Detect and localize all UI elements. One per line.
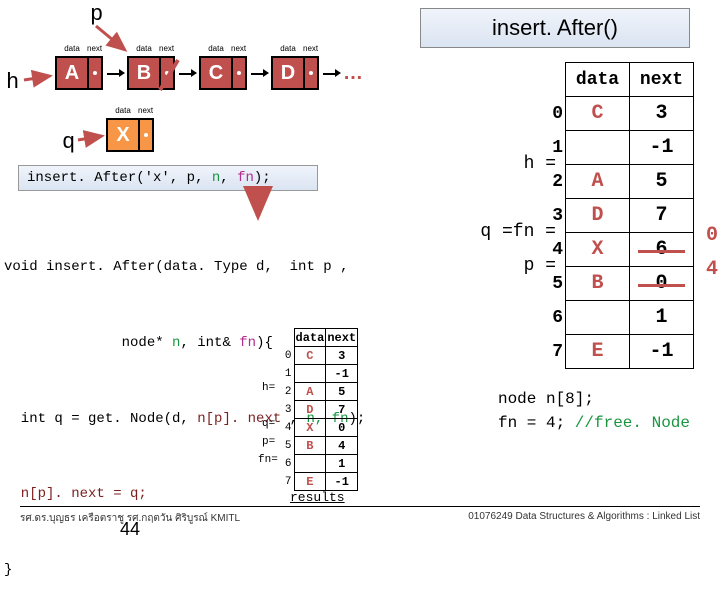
- node-b: datanext B: [127, 56, 175, 90]
- node-x: datanext X: [106, 118, 154, 152]
- results-label: results: [290, 490, 345, 505]
- node-c: datanext C: [199, 56, 247, 90]
- call-expression: insert. After('x', p, n, fn);: [18, 165, 318, 191]
- page-title: insert. After(): [420, 8, 690, 48]
- pointer-q-label: q: [62, 130, 75, 155]
- memory-table: datanext 0C31-12A53D74X65B0617E-1: [542, 62, 695, 369]
- ellipsis: …: [343, 62, 363, 85]
- results-table: datanext 0C31-12A53D74X05B4617E-1: [280, 328, 358, 491]
- small-side-h: h=: [262, 382, 275, 394]
- node-d: datanext D: [271, 56, 319, 90]
- page-number: 44: [120, 519, 140, 540]
- linked-list: datanext A datanext B datanext C datanex…: [55, 56, 363, 90]
- pointer-p-label: p: [90, 2, 103, 27]
- small-side-fn: fn=: [258, 454, 278, 466]
- small-side-q: q=: [262, 418, 275, 430]
- new-next-5: 4: [706, 258, 718, 281]
- node-a: datanext A: [55, 56, 103, 90]
- new-next-4: 0: [706, 224, 718, 247]
- small-side-p: p=: [262, 436, 275, 448]
- notes: node n[8]; fn = 4; //free. Node: [498, 390, 690, 432]
- pointer-h-label: h: [6, 70, 19, 95]
